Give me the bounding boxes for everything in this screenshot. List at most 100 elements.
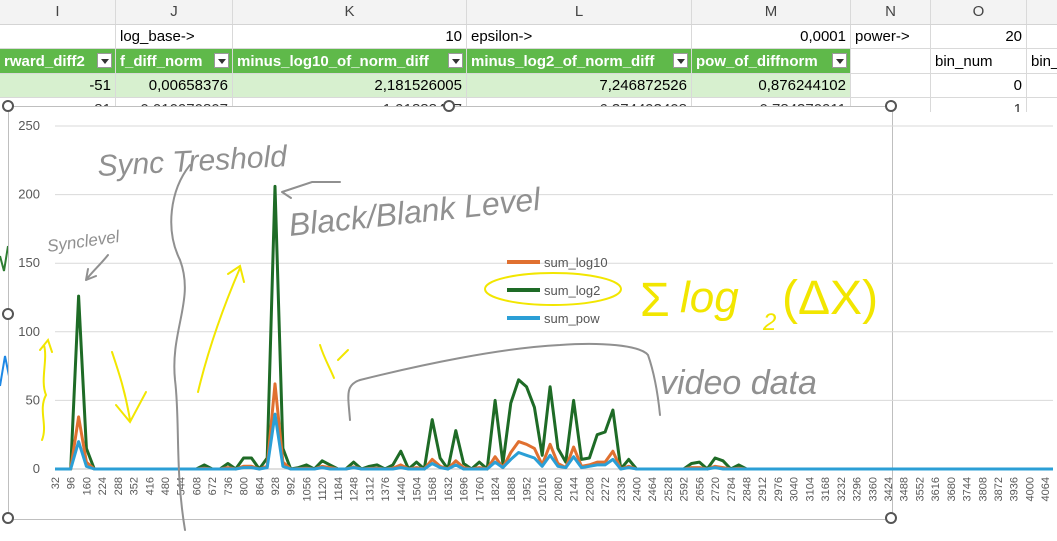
x-tick-label: 3296 (852, 477, 864, 501)
x-tick-label: 416 (144, 477, 156, 495)
chart-series (55, 184, 1053, 471)
y-axis: 0 50 100 150 200 250 (18, 118, 40, 476)
x-tick-label: 672 (207, 477, 219, 495)
x-tick-label: 3168 (820, 477, 832, 501)
x-tick-label: 3744 (962, 477, 974, 501)
x-tick-label: 544 (176, 477, 188, 495)
x-tick-label: 3872 (993, 477, 1005, 501)
x-tick-label: 800 (239, 477, 251, 495)
x-tick-label: 32 (50, 477, 62, 489)
x-tick-label: 3232 (836, 477, 848, 501)
y-tick-label: 150 (18, 255, 40, 270)
x-tick-label: 3616 (930, 477, 942, 501)
x-tick-label: 4064 (1040, 477, 1052, 501)
resize-handle-left[interactable] (2, 308, 14, 320)
formula-sigma: Σ (640, 274, 670, 327)
x-tick-label: 2080 (553, 477, 565, 501)
legend-label-sum-pow: sum_pow (544, 311, 600, 326)
x-tick-label: 3680 (946, 477, 958, 501)
x-tick-label: 2976 (773, 477, 785, 501)
x-tick-label: 864 (254, 477, 266, 495)
arrow-up-yellow (197, 264, 245, 393)
x-tick-label: 3552 (914, 477, 926, 501)
y-tick-label: 200 (18, 187, 40, 202)
handwritten-strokes-yellow (39, 264, 622, 441)
formula-subscript: 2 (762, 309, 776, 336)
x-tick-label: 4000 (1024, 477, 1036, 501)
x-tick-label: 2400 (632, 477, 644, 501)
x-tick-label: 1632 (443, 477, 455, 501)
x-tick-label: 2016 (537, 477, 549, 501)
x-tick-label: 3104 (804, 477, 816, 501)
y-tick-label: 100 (18, 324, 40, 339)
resize-handle-top-right[interactable] (885, 100, 897, 112)
formula-argument: (ΔX) (782, 272, 878, 325)
squiggle-left (39, 337, 53, 441)
x-tick-label: 2144 (569, 477, 581, 501)
y-tick-label: 50 (26, 392, 40, 407)
divider-stroke (170, 164, 191, 531)
x-tick-label: 2272 (600, 477, 612, 501)
annotation-black-blank-level: Black/Blank Level (287, 181, 543, 243)
x-tick-label: 1312 (364, 477, 376, 501)
x-tick-label: 1184 (333, 477, 345, 501)
x-tick-label: 1696 (459, 477, 471, 501)
x-tick-label: 1952 (521, 477, 533, 501)
x-tick-label: 2464 (647, 477, 659, 501)
formula-annotation: Σ log 2 (ΔX) (640, 272, 878, 336)
annotation-sync-level: Synclevel (46, 227, 122, 256)
y-tick-label: 250 (18, 118, 40, 133)
series-line-sum-log2[interactable] (55, 184, 1053, 471)
x-tick-label: 2720 (710, 477, 722, 501)
x-tick-label: 2912 (757, 477, 769, 501)
arrow-black-level (281, 181, 341, 199)
x-tick-label: 608 (191, 477, 203, 495)
x-tick-label: 96 (66, 477, 78, 489)
x-tick-label: 1120 (317, 477, 329, 501)
x-tick-label: 2336 (616, 477, 628, 501)
x-tick-label: 736 (223, 477, 235, 495)
legend-label-sum-log2: sum_log2 (544, 283, 600, 298)
x-tick-label: 3424 (883, 477, 895, 501)
x-tick-label: 2848 (742, 477, 754, 501)
resize-handle-bottom-right[interactable] (885, 512, 897, 524)
x-tick-label: 3808 (977, 477, 989, 501)
annotation-sync-treshold: Sync Treshold (97, 140, 289, 183)
x-tick-label: 160 (81, 477, 93, 495)
x-axis: 32 96 160 224 288 352 416 480 544 608 672 736 800 864… (50, 468, 1053, 501)
legend-label-sum-log10: sum_log10 (544, 255, 608, 270)
x-tick-label: 1568 (427, 477, 439, 501)
y-tick-label: 0 (33, 461, 40, 476)
line-chart: 050100150200250 32 96 160 224 288 352 416 480 54… (2, 100, 1053, 531)
x-tick-label: 224 (97, 477, 109, 495)
x-tick-label: 2208 (584, 477, 596, 501)
arrow-sync-level (85, 254, 109, 281)
resize-handle-top[interactable] (443, 100, 455, 112)
x-tick-label: 3360 (867, 477, 879, 501)
x-tick-label: 2784 (726, 477, 738, 501)
resize-handle-bottom-left[interactable] (2, 512, 14, 524)
annotation-video-data: video data (660, 364, 817, 402)
x-tick-label: 1760 (474, 477, 486, 501)
x-tick-label: 1504 (411, 477, 423, 501)
arrow-down-yellow (111, 351, 147, 424)
x-tick-label: 2592 (679, 477, 691, 501)
x-tick-label: 3040 (789, 477, 801, 501)
x-tick-label: 288 (113, 477, 125, 495)
chart-legend[interactable]: sum_log10 sum_log2 sum_pow (507, 255, 608, 326)
x-tick-label: 1376 (380, 477, 392, 501)
x-tick-label: 2528 (663, 477, 675, 501)
x-tick-label: 2656 (694, 477, 706, 501)
x-tick-label: 928 (270, 477, 282, 495)
x-tick-label: 3936 (1009, 477, 1021, 501)
small-marks-yellow (319, 344, 349, 379)
resize-handle-top-left[interactable] (2, 100, 14, 112)
x-tick-label: 1056 (301, 477, 313, 501)
x-tick-label: 352 (129, 477, 141, 495)
x-tick-label: 3488 (899, 477, 911, 501)
formula-log: log (680, 273, 739, 322)
x-tick-label: 1248 (349, 477, 361, 501)
x-tick-label: 1440 (396, 477, 408, 501)
x-tick-label: 1888 (506, 477, 518, 501)
x-tick-label: 992 (286, 477, 298, 495)
